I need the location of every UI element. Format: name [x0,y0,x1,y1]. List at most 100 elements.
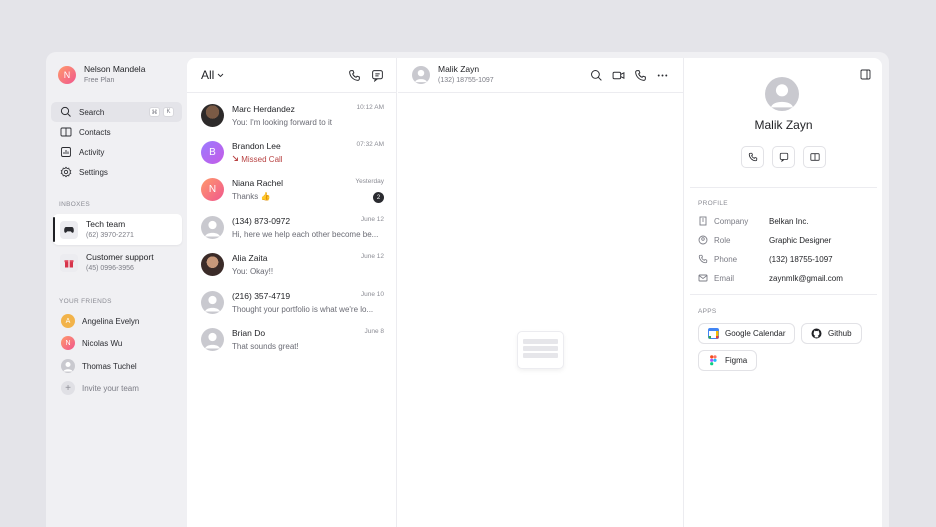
contact-profile-panel: Malik Zayn PROFILE Company Belkan Inc. R… [685,58,882,527]
sidebar-item-activity[interactable]: Activity [51,142,182,162]
gear-icon [60,166,72,178]
friend-name: Thomas Tuchel [82,361,137,371]
profile-field-phone: Phone (132) 18755-1097 [698,254,878,264]
avatar: B [201,141,224,164]
conversation-item[interactable]: N Niana Rachel Thanks 👍 Yesterday 2 [201,175,384,209]
chart-icon [61,147,71,157]
plus-icon: + [61,381,75,395]
friend-angelina-evelyn[interactable]: A Angelina Evelyn [61,314,139,328]
person-icon [63,362,73,372]
avatar [201,216,224,239]
conversation-preview: Hi, here we help each other become be... [232,230,379,239]
phone-icon[interactable] [634,69,647,82]
inbox-tech-team[interactable]: Tech team (62) 3970-2271 [53,214,182,245]
field-value: Graphic Designer [769,235,832,245]
new-message-icon[interactable] [371,69,384,82]
inbox-customer-support[interactable]: Customer support (45) 0996-3956 [53,247,182,278]
book-icon [60,127,72,137]
person-icon [205,220,220,237]
field-label: Company [714,216,749,226]
conversation-name: Brian Do [232,328,266,338]
google-calendar-icon [708,328,719,339]
github-icon [811,328,822,339]
user-profile[interactable]: N Nelson Mandela Free Plan [58,64,145,86]
conversation-preview: You: I'm looking forward to it [232,118,332,127]
sidebar-item-label: Contacts [79,127,111,137]
avatar [412,66,430,84]
conversation-time: 07:32 AM [356,141,384,148]
call-button[interactable] [741,146,764,168]
gift-icon [60,253,78,272]
app-label: Figma [725,356,748,365]
field-label: Role [714,235,731,245]
figma-icon [710,355,717,366]
sidebar-item-label: Settings [79,167,108,177]
sidebar-item-contacts[interactable]: Contacts [51,122,182,142]
mail-icon [698,274,708,282]
more-icon[interactable] [656,69,669,82]
conversation-preview: That sounds great! [232,342,299,351]
video-call-icon[interactable] [612,69,625,82]
missed-call-label: Missed Call [241,155,283,164]
invite-team-button[interactable]: + Invite your team [61,381,139,395]
conversation-time: June 8 [364,328,384,335]
profile-field-email: Email zaynmlk@gmail.com [698,273,878,283]
inboxes-section-label: INBOXES [59,201,90,208]
chat-header: Malik Zayn (132) 18755-1097 [398,58,683,93]
inbox-phone: (62) 3970-2271 [86,231,134,239]
building-icon [699,216,707,226]
conversation-item[interactable]: Alia Zaita You: Okay!! June 12 [201,250,384,284]
phone-icon [698,254,708,264]
conversation-preview: Thanks 👍 [232,192,271,201]
avatar [201,104,224,127]
conversation-item[interactable]: B Brandon Lee Missed Call 07:32 AM [201,138,384,172]
conversation-preview: Missed Call [232,155,384,164]
conversation-time: 10:12 AM [356,104,384,111]
app-github[interactable]: Github [801,323,862,344]
sidebar-item-label: Search [79,107,105,117]
sidebar-item-search[interactable]: Search ⌘ K [51,102,182,122]
conversation-item[interactable]: Brian Do That sounds great! June 8 [201,325,384,359]
app-label: Google Calendar [725,329,786,338]
friend-name: Angelina Evelyn [82,316,140,326]
contact-card-button[interactable] [803,146,826,168]
avatar [201,253,224,276]
app-figma[interactable]: Figma [698,350,758,371]
avatar: A [61,314,75,328]
avatar: N [61,336,75,350]
conversation-list-header: All [187,58,396,93]
sidebar-toggle-icon[interactable] [860,69,871,80]
field-value: (132) 18755-1097 [769,254,833,264]
filter-dropdown[interactable]: All [201,68,224,82]
friends-section-label: YOUR FRIENDS [59,298,112,305]
friend-thomas-tuchel[interactable]: Thomas Tuchel [61,359,137,373]
sidebar: N Nelson Mandela Free Plan Search ⌘ K Co… [46,52,186,527]
field-value: zaynmlk@gmail.com [769,273,843,283]
phone-icon[interactable] [348,69,361,82]
sidebar-item-settings[interactable]: Settings [51,162,182,182]
message-button[interactable] [772,146,795,168]
invite-label: Invite your team [82,383,139,393]
avatar: N [201,178,224,201]
conversation-time: Yesterday [355,178,384,185]
friend-nicolas-wu[interactable]: N Nicolas Wu [61,336,122,350]
profile-field-company: Company Belkan Inc. [698,216,878,226]
avatar [61,359,75,373]
conversation-preview: Thought your portfolio is what we're lo.… [232,305,374,314]
conversation-item[interactable]: (134) 873-0972 Hi, here we help each oth… [201,213,384,247]
chevron-down-icon [218,73,224,77]
divider [690,187,877,188]
app-window: N Nelson Mandela Free Plan Search ⌘ K Co… [46,52,889,527]
conversation-item[interactable]: Marc Herdandez You: I'm looking forward … [201,101,384,135]
avatar [201,328,224,351]
main-card: All Marc Herdandez You: I'm looking forw… [187,58,882,527]
search-icon[interactable] [590,69,603,82]
friend-name: Nicolas Wu [82,338,123,348]
sidebar-nav: Search ⌘ K Contacts Activity Settings [51,102,182,182]
field-value: Belkan Inc. [769,216,809,226]
chat-pane: Malik Zayn (132) 18755-1097 [398,58,684,527]
app-google-calendar[interactable]: Google Calendar [698,323,796,344]
profile-field-role: Role Graphic Designer [698,235,878,245]
conversation-item[interactable]: (216) 357-4719 Thought your portfolio is… [201,288,384,322]
person-icon [205,332,220,349]
